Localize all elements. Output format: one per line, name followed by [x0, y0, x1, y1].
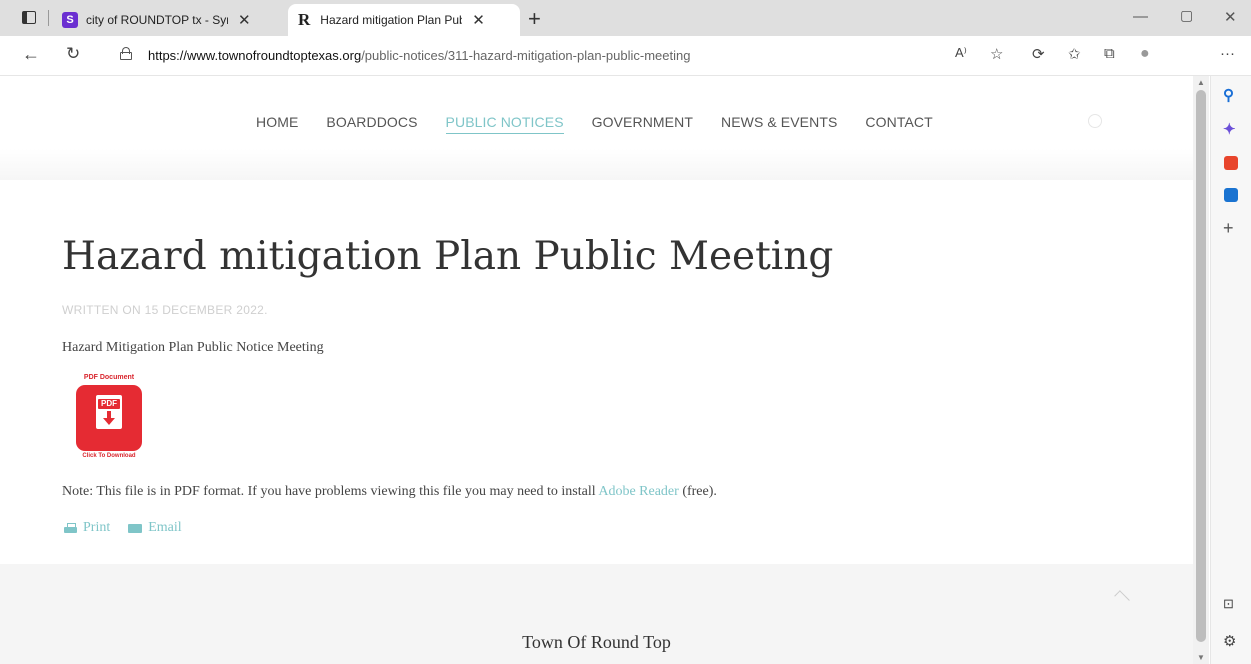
nav-boarddocs[interactable]: BOARDDOCS	[326, 114, 417, 134]
url-field[interactable]: https://www.townofroundtoptexas.org/publ…	[148, 48, 690, 63]
favorite-add-icon[interactable]: ☆	[990, 45, 1003, 63]
print-label: Print	[83, 520, 111, 535]
search-icon[interactable]	[1088, 114, 1102, 128]
article-actions: Print Email	[64, 520, 182, 536]
printer-icon	[64, 522, 77, 534]
pdf-bottom-text: Click To Download	[82, 453, 136, 459]
nav-news-events[interactable]: NEWS & EVENTS	[721, 114, 837, 134]
scrollbar-thumb[interactable]	[1196, 90, 1206, 642]
article-intro: Hazard Mitigation Plan Public Notice Mee…	[62, 340, 324, 355]
nav-contact[interactable]: CONTACT	[865, 114, 932, 134]
sidebar-toggle-icon[interactable]: ⊡	[1223, 596, 1234, 612]
tab-separator	[48, 10, 49, 26]
url-host: https://www.townofroundtoptexas.org	[148, 48, 362, 63]
close-tab-icon[interactable]: ✕	[238, 11, 251, 29]
extensions-icon[interactable]: ⟳	[1032, 45, 1045, 63]
note-text-before: Note: This file is in PDF format. If you…	[62, 484, 599, 499]
pdf-label: PDF	[98, 399, 120, 409]
outlook-icon[interactable]	[1224, 188, 1238, 202]
tab-actions-icon[interactable]	[22, 11, 36, 24]
close-tab-icon[interactable]: ✕	[472, 11, 485, 29]
pdf-top-text: PDF Document	[83, 374, 135, 381]
article-title: Hazard mitigation Plan Public Meeting	[62, 234, 834, 279]
site-footer: Town Of Round Top	[0, 564, 1193, 664]
collections-icon[interactable]: ⧉	[1104, 45, 1115, 62]
nav-government[interactable]: GOVERNMENT	[592, 114, 693, 134]
main-nav: HOME BOARDDOCS PUBLIC NOTICES GOVERNMENT…	[256, 114, 933, 134]
pdf-note: Note: This file is in PDF format. If you…	[62, 484, 717, 500]
settings-icon[interactable]: ⚙	[1223, 632, 1236, 650]
close-window-icon[interactable]: ✕	[1224, 8, 1237, 26]
syndic8-favicon-icon: S	[62, 12, 78, 28]
note-text-after: (free).	[678, 484, 717, 499]
new-tab-icon[interactable]: +	[528, 6, 541, 32]
copilot-icon[interactable]: ✦	[1223, 120, 1236, 138]
page-scrollbar[interactable]: ▲ ▼	[1193, 76, 1209, 664]
lock-icon[interactable]	[120, 47, 132, 60]
profile-icon[interactable]: ●	[1140, 45, 1150, 63]
refresh-icon[interactable]: ↻	[66, 44, 80, 64]
email-label: Email	[148, 520, 182, 535]
minimize-icon[interactable]: —	[1133, 8, 1148, 25]
favorites-icon[interactable]: ✩	[1068, 45, 1081, 63]
search-icon[interactable]: ⚲	[1223, 86, 1234, 104]
article-date: WRITTEN ON 15 DECEMBER 2022.	[62, 303, 268, 317]
scroll-up-icon[interactable]: ▲	[1197, 78, 1205, 87]
pdf-icon: PDF	[76, 385, 142, 451]
nav-public-notices[interactable]: PUBLIC NOTICES	[445, 114, 564, 134]
restore-icon[interactable]: ▢	[1180, 7, 1193, 24]
envelope-icon	[128, 523, 143, 533]
footer-title: Town Of Round Top	[522, 632, 671, 652]
more-icon[interactable]: ···	[1220, 45, 1235, 62]
adobe-reader-link[interactable]: Adobe Reader	[598, 484, 678, 499]
tab-syndic8[interactable]: S city of ROUNDTOP tx - Syndic8 ✕	[56, 4, 286, 36]
office-icon[interactable]	[1224, 156, 1238, 170]
scroll-to-top-icon[interactable]	[1114, 590, 1130, 606]
tab-hazard-mitigation[interactable]: R Hazard mitigation Plan Public M ✕	[288, 4, 520, 36]
read-aloud-icon[interactable]: A⁾	[955, 45, 967, 61]
add-icon[interactable]: +	[1223, 218, 1234, 239]
edge-sidebar: ⚲ ✦ + ⊡ ⚙	[1210, 76, 1251, 664]
scroll-down-icon[interactable]: ▼	[1197, 653, 1205, 662]
address-bar: ← ↻ https://www.townofroundtoptexas.org/…	[0, 36, 1251, 76]
site-header: HOME BOARDDOCS PUBLIC NOTICES GOVERNMENT…	[0, 76, 1193, 180]
url-path: /public-notices/311-hazard-mitigation-pl…	[361, 48, 691, 63]
print-button[interactable]: Print	[64, 520, 110, 536]
tab-title: Hazard mitigation Plan Public M	[320, 13, 462, 27]
back-icon[interactable]: ←	[22, 44, 40, 65]
pdf-download-link[interactable]: PDF Document PDF Click To Download	[72, 374, 146, 464]
email-button[interactable]: Email	[128, 520, 182, 536]
nav-home[interactable]: HOME	[256, 114, 298, 134]
browser-titlebar: S city of ROUNDTOP tx - Syndic8 ✕ R Haza…	[0, 0, 1251, 36]
download-arrow-icon	[103, 411, 115, 425]
roundtop-favicon-icon: R	[298, 10, 311, 29]
page-viewport: HOME BOARDDOCS PUBLIC NOTICES GOVERNMENT…	[0, 76, 1193, 664]
tab-title: city of ROUNDTOP tx - Syndic8	[86, 13, 228, 27]
